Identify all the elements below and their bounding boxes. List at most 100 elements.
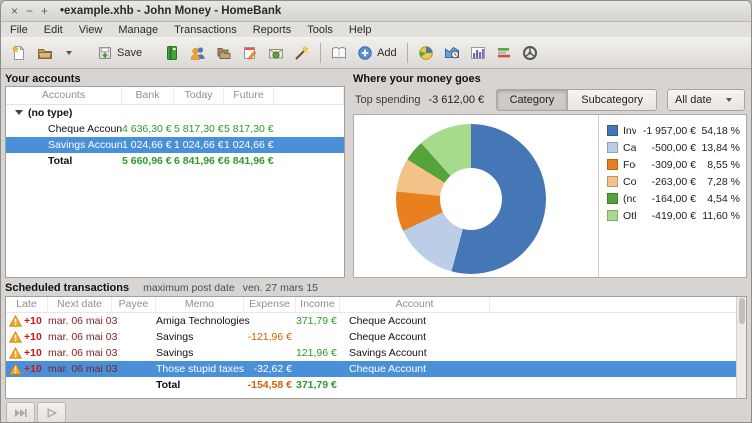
- donut-hole: [440, 168, 502, 230]
- scheduled-column-header[interactable]: Payee: [112, 297, 156, 312]
- menu-item-reports[interactable]: Reports: [253, 24, 292, 36]
- expander-icon[interactable]: [15, 110, 23, 115]
- legend-item[interactable]: Other-419,00 €11,60 %: [607, 207, 740, 224]
- budget-report-button[interactable]: [491, 40, 517, 65]
- date-filter-dropdown[interactable]: All date: [667, 89, 745, 111]
- chevron-down-icon: [66, 51, 72, 55]
- legend-percent: 4,54 %: [696, 193, 740, 205]
- scheduled-column-header[interactable]: [490, 297, 746, 312]
- total-bank-amount: 5 660,96 €: [122, 155, 174, 167]
- scheduled-total-row: Total-154,58 €371,79 €: [6, 377, 746, 393]
- menu-item-help[interactable]: Help: [349, 24, 372, 36]
- accounts-column-header[interactable]: Bank: [122, 87, 174, 104]
- assignments-button[interactable]: [289, 40, 315, 65]
- accounts-column-header[interactable]: [274, 87, 344, 104]
- max-post-date-label: maximum post date: [143, 282, 235, 294]
- balance-chart-button[interactable]: [465, 40, 491, 65]
- scheduled-column-header[interactable]: Expense: [244, 297, 296, 312]
- scrollbar-thumb[interactable]: [739, 298, 745, 324]
- toggle-subcategory[interactable]: Subcategory: [568, 89, 657, 111]
- vertical-scrollbar[interactable]: [736, 297, 746, 398]
- scheduled-column-header[interactable]: Memo: [156, 297, 244, 312]
- expense-amount: -32,62 €: [244, 363, 296, 375]
- scheduled-column-header[interactable]: Income: [296, 297, 340, 312]
- memo: Savings: [156, 347, 244, 359]
- scheduled-row[interactable]: +10mar. 06 mai 03Savings-121,96 €Cheque …: [6, 329, 746, 345]
- memo: Amiga Technologies: [156, 315, 244, 327]
- accounts-table-header: AccountsBankTodayFuture: [6, 87, 344, 105]
- close-button[interactable]: ×: [7, 2, 22, 21]
- scheduled-section-title: Scheduled transactions: [5, 281, 129, 295]
- menu-item-tools[interactable]: Tools: [307, 24, 333, 36]
- categories-button[interactable]: [211, 40, 237, 65]
- menu-item-transactions[interactable]: Transactions: [174, 24, 237, 36]
- legend-item[interactable]: Food-309,00 €8,55 %: [607, 156, 740, 173]
- accounts-group-row[interactable]: (no type): [6, 105, 344, 121]
- scheduled-button[interactable]: [237, 40, 263, 65]
- account-name: Cheque Account: [340, 315, 490, 327]
- legend-item[interactable]: Invoices-1 957,00 €54,18 %: [607, 122, 740, 139]
- accounts-column-header[interactable]: Accounts: [6, 87, 122, 104]
- toolbar-separator: [320, 43, 321, 63]
- income-amount: 121,96 €: [296, 347, 340, 359]
- legend-percent: 11,60 %: [696, 210, 740, 222]
- account-row[interactable]: Cheque Account4 636,30 €5 817,30 €5 817,…: [6, 121, 344, 137]
- accounts-table[interactable]: AccountsBankTodayFuture(no type)Cheque A…: [5, 86, 345, 278]
- scheduled-column-header[interactable]: Next date: [48, 297, 112, 312]
- accounts-column-header[interactable]: Future: [224, 87, 274, 104]
- new-file-icon: [11, 45, 27, 61]
- post-button[interactable]: [37, 402, 66, 423]
- save-button[interactable]: Save: [92, 40, 147, 65]
- legend-swatch-icon: [607, 159, 618, 170]
- menu-item-view[interactable]: View: [79, 24, 103, 36]
- show-transactions-button[interactable]: [326, 40, 352, 65]
- account-row[interactable]: Savings Account1 024,66 €1 024,66 €1 024…: [6, 137, 344, 153]
- scheduled-column-header[interactable]: Late: [6, 297, 48, 312]
- next-date: mar. 06 mai 03: [48, 347, 112, 359]
- skip-button[interactable]: [6, 402, 35, 423]
- scheduled-row[interactable]: +10mar. 06 mai 03Amiga Technologies371,7…: [6, 313, 746, 329]
- menu-item-manage[interactable]: Manage: [118, 24, 158, 36]
- scheduled-row[interactable]: +10mar. 06 mai 03Those stupid taxes-32,6…: [6, 361, 746, 377]
- scheduled-column-header[interactable]: Account: [340, 297, 490, 312]
- add-transaction-button[interactable]: Add: [352, 40, 402, 65]
- trend-time-icon: [444, 45, 460, 61]
- scheduled-row[interactable]: +10mar. 06 mai 03Savings121,96 €Savings …: [6, 345, 746, 361]
- categories-icon: [216, 45, 232, 61]
- account-today-amount: 5 817,30 €: [174, 123, 224, 135]
- late-count: +10: [24, 347, 42, 359]
- legend-item[interactable]: Computer-263,00 €7,28 %: [607, 173, 740, 190]
- window-controls: ×−+: [7, 2, 52, 21]
- legend-item[interactable]: (no category)-164,00 €4,54 %: [607, 190, 740, 207]
- account-name: Cheque Account: [6, 123, 122, 135]
- menu-item-file[interactable]: File: [10, 24, 28, 36]
- open-folder-icon: [37, 45, 53, 61]
- payees-button[interactable]: [185, 40, 211, 65]
- open-recent-dropdown[interactable]: [58, 40, 80, 65]
- account-future-amount: 1 024,66 €: [224, 139, 274, 151]
- toggle-category[interactable]: Category: [496, 89, 569, 111]
- legend-amount: -500,00 €: [636, 142, 696, 154]
- open-folder-button[interactable]: [32, 40, 58, 65]
- legend-label: (no category): [623, 193, 636, 205]
- legend-swatch-icon: [607, 125, 618, 136]
- menu-item-edit[interactable]: Edit: [44, 24, 63, 36]
- scheduled-table[interactable]: LateNext datePayeeMemoExpenseIncomeAccou…: [5, 296, 747, 399]
- minimize-button[interactable]: −: [22, 2, 37, 21]
- maximize-button[interactable]: +: [37, 2, 52, 21]
- statistics-pie-button[interactable]: [413, 40, 439, 65]
- vehicle-cost-button[interactable]: [517, 40, 543, 65]
- new-file-button[interactable]: [6, 40, 32, 65]
- legend-swatch-icon: [607, 210, 618, 221]
- accounts-ledger-button[interactable]: [159, 40, 185, 65]
- legend-item[interactable]: Car-500,00 €13,84 %: [607, 139, 740, 156]
- total-income: 371,79 €: [296, 379, 340, 391]
- trend-time-button[interactable]: [439, 40, 465, 65]
- legend-label: Food: [623, 159, 636, 171]
- top-spending-label: Top spending: [355, 94, 420, 106]
- accounts-column-header[interactable]: Today: [174, 87, 224, 104]
- legend-amount: -419,00 €: [636, 210, 696, 222]
- account-today-amount: 1 024,66 €: [174, 139, 224, 151]
- budget-button[interactable]: [263, 40, 289, 65]
- legend-percent: 13,84 %: [696, 142, 740, 154]
